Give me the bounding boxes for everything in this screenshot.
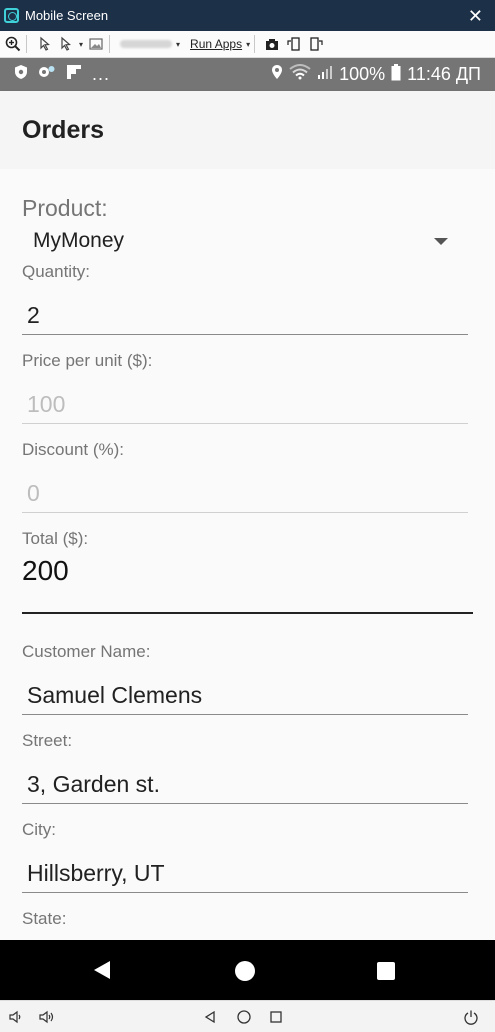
customer-name-value: Samuel Clemens [27,682,203,708]
discount-label: Discount (%): [22,440,125,459]
host-toolbar: ▾ ▾ Run Apps ▾ [0,31,495,58]
chevron-down-icon[interactable]: ▾ [176,40,180,49]
recent-apps-icon[interactable] [377,962,395,980]
battery-icon [391,63,401,86]
pointer-dropdown-icon[interactable] [57,35,75,53]
screenshot-icon[interactable] [263,35,281,53]
total-divider [22,612,473,614]
quantity-label: Quantity: [22,262,91,281]
home-icon[interactable] [235,961,255,981]
host-home-icon[interactable] [236,1007,252,1027]
city-value: Hillsberry, UT [27,860,165,886]
total-value: 200 [22,555,69,586]
customer-name-input[interactable]: Samuel Clemens [22,672,468,715]
notification-overflow: ... [92,64,111,84]
android-status-bar: ... 100% 11:46 ДП [0,58,495,91]
rotate-left-icon[interactable] [285,35,303,53]
product-select-value: MyMoney [33,229,125,252]
total-label: Total ($): [22,529,89,548]
power-icon[interactable] [463,1007,479,1027]
run-apps-button[interactable]: Run Apps [190,37,242,51]
quantity-input[interactable]: 2 [22,294,468,335]
host-recent-apps-icon[interactable] [269,1007,283,1027]
price-input-value: 100 [27,391,66,417]
page-title: Orders [22,115,104,144]
android-nav-bar [0,940,495,1000]
volume-down-icon[interactable] [8,1007,24,1027]
street-value: 3, Garden st. [27,771,160,797]
order-form: Product: MyMoney Quantity: 2 Price per u… [0,169,495,940]
battery-percent: 100% [339,64,386,84]
device-selector[interactable] [120,40,173,48]
signal-icon [317,64,333,85]
wifi-icon [289,64,311,85]
chevron-down-icon[interactable]: ▾ [246,40,250,49]
customer-name-label: Customer Name: [22,642,151,661]
zoom-in-icon[interactable] [4,35,22,53]
host-back-icon[interactable] [203,1007,217,1027]
gear-icon [38,64,56,85]
location-icon [271,64,283,85]
host-title-bar: Mobile Screen ✕ [0,0,495,31]
discount-input-value: 0 [27,480,40,506]
dropdown-arrow-icon [434,238,448,245]
clock: 11:46 ДП [407,64,481,84]
shield-icon [14,64,28,85]
city-label: City: [22,820,56,839]
toolbar-separator [109,35,111,53]
host-control-bar [0,1000,495,1032]
rotate-right-icon[interactable] [307,35,325,53]
price-label: Price per unit ($): [22,351,153,370]
city-input[interactable]: Hillsberry, UT [22,850,468,893]
product-select[interactable]: MyMoney [22,225,452,257]
toolbar-separator [26,35,27,53]
flipboard-icon [66,64,82,85]
chevron-down-icon[interactable]: ▾ [79,40,83,49]
product-label: Product: [22,195,108,221]
app-bar: Orders [0,91,495,169]
street-input[interactable]: 3, Garden st. [22,761,468,804]
back-icon[interactable] [94,961,110,979]
close-window-button[interactable]: ✕ [468,7,483,25]
pointer-icon[interactable] [35,35,53,53]
quantity-input-value: 2 [27,302,40,328]
street-label: Street: [22,731,73,750]
state-label: State: [22,909,67,928]
price-input: 100 [22,383,468,424]
toolbar-separator [254,35,256,53]
window-title: Mobile Screen [25,8,109,23]
volume-up-icon[interactable] [38,1007,58,1027]
image-icon[interactable] [87,35,105,53]
discount-input: 0 [22,472,468,513]
app-logo-icon [4,8,19,23]
